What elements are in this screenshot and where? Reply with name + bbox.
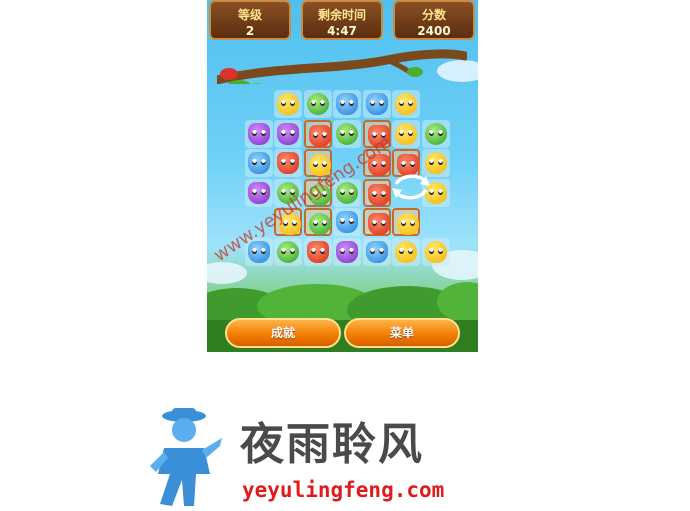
score-label: 分数: [421, 8, 446, 22]
red-piece-icon: [306, 240, 329, 263]
swap-hint-icon: [392, 174, 430, 200]
score-panel: 分数 2400: [393, 0, 475, 40]
frog-piece-icon: [424, 122, 447, 145]
frog-piece-icon: [306, 93, 329, 115]
board-cell[interactable]: [274, 178, 302, 207]
board-cell[interactable]: [362, 149, 391, 177]
purple-piece-icon: [247, 122, 270, 145]
score-value: 2400: [417, 24, 451, 38]
board-cell[interactable]: [333, 119, 361, 148]
board-cell[interactable]: [244, 178, 273, 207]
red-piece-icon: [277, 152, 299, 174]
board-cell[interactable]: [303, 237, 332, 266]
chick-piece-icon: [308, 154, 331, 176]
board-cell[interactable]: [303, 208, 332, 236]
purple-piece-icon: [336, 240, 358, 263]
chick-piece-icon: [395, 122, 417, 145]
time-panel: 剩余时间 4:47: [301, 0, 383, 40]
blue-piece-icon: [336, 211, 358, 233]
ladybug-icon: [220, 68, 238, 80]
blue-piece-icon: [365, 93, 388, 115]
board-cell[interactable]: [392, 90, 420, 118]
tree-branch: [217, 49, 467, 84]
board-cell[interactable]: [244, 237, 273, 266]
board-cell[interactable]: [392, 208, 420, 236]
board-cell[interactable]: [333, 178, 361, 207]
blue-piece-icon: [247, 240, 270, 263]
chick-piece-icon: [277, 93, 299, 115]
red-piece-icon: [308, 124, 331, 147]
board-cell[interactable]: [303, 119, 332, 148]
board-cell[interactable]: [333, 237, 361, 266]
purple-piece-icon: [277, 122, 299, 145]
logo-url: yeyulingfeng.com: [242, 478, 445, 502]
red-piece-icon: [367, 213, 390, 235]
level-label: 等级: [237, 8, 262, 22]
logo-name: 夜雨聆风: [240, 419, 424, 470]
board-cell[interactable]: [362, 90, 391, 118]
board-cell[interactable]: [362, 119, 391, 148]
board-cell[interactable]: [303, 178, 332, 207]
board-cell[interactable]: [333, 90, 361, 118]
board-cell[interactable]: [392, 237, 420, 266]
frog-piece-icon: [336, 181, 358, 204]
chick-piece-icon: [279, 213, 301, 235]
board-cell[interactable]: [421, 237, 450, 266]
frog-piece-icon: [277, 181, 299, 204]
board-cell[interactable]: [303, 149, 332, 177]
game-screen: 等级 2 剩余时间 4:47 分数 2400 www.yeyulingfeng.…: [207, 0, 478, 352]
mascot-logo-icon: [150, 408, 222, 506]
board-cell[interactable]: [274, 149, 302, 177]
frog-piece-icon: [308, 183, 331, 206]
board-cell[interactable]: [274, 119, 302, 148]
frog-piece-icon: [277, 240, 299, 263]
menu-button[interactable]: 菜单: [344, 318, 460, 348]
board-cell[interactable]: [274, 208, 302, 236]
red-piece-icon: [367, 154, 390, 176]
achievements-button[interactable]: 成就: [225, 318, 341, 348]
board-cell[interactable]: [333, 208, 361, 236]
board-cell[interactable]: [274, 90, 302, 118]
board-cell[interactable]: [421, 119, 450, 148]
blue-piece-icon: [336, 93, 358, 115]
time-value: 4:47: [327, 24, 357, 38]
chick-piece-icon: [424, 240, 447, 263]
time-label: 剩余时间: [317, 8, 366, 22]
purple-piece-icon: [247, 181, 270, 204]
board-cell[interactable]: [274, 237, 302, 266]
board-cell[interactable]: [244, 149, 273, 177]
level-value: 2: [245, 24, 255, 38]
chick-piece-icon: [397, 213, 419, 235]
board-cell[interactable]: [303, 90, 332, 118]
blue-piece-icon: [247, 152, 270, 174]
level-panel: 等级 2: [209, 0, 291, 40]
red-piece-icon: [367, 124, 390, 147]
red-piece-icon: [367, 183, 390, 206]
chick-piece-icon: [395, 93, 417, 115]
board-cell[interactable]: [362, 178, 391, 207]
board-cell[interactable]: [392, 119, 420, 148]
board-cell[interactable]: [244, 119, 273, 148]
frog-piece-icon: [308, 213, 331, 235]
board-cell[interactable]: [362, 208, 391, 236]
board-cell[interactable]: [362, 237, 391, 266]
frog-piece-icon: [336, 122, 358, 145]
chick-piece-icon: [424, 152, 447, 174]
chick-piece-icon: [395, 240, 417, 263]
blue-piece-icon: [365, 240, 388, 263]
